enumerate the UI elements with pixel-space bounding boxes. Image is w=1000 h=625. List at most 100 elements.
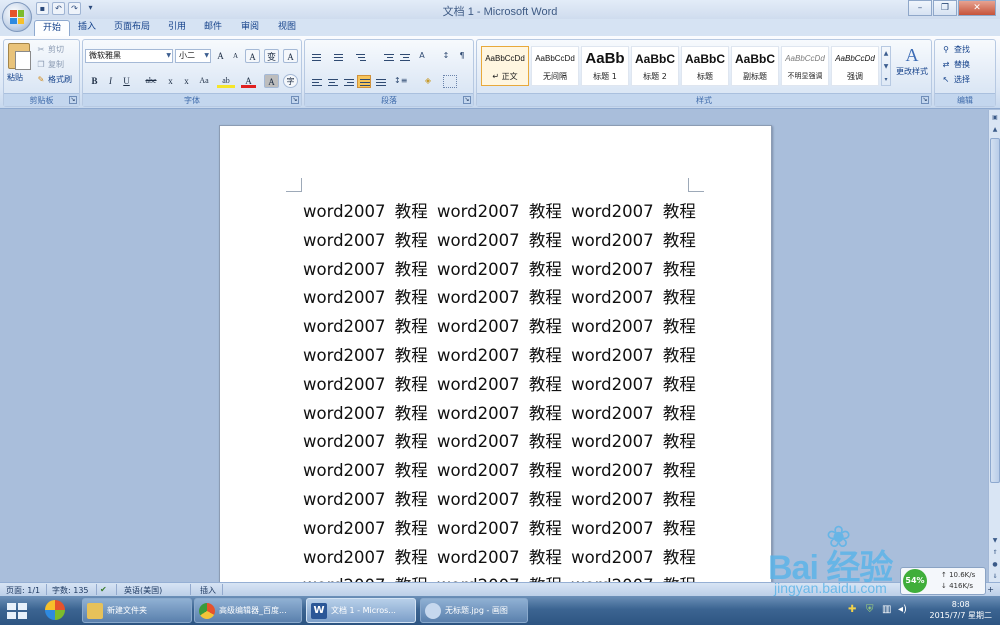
italic-button[interactable]: I	[103, 74, 118, 88]
text-line[interactable]: word2007 教程 word2007 教程 word2007 教程	[303, 198, 696, 222]
underline-button[interactable]: U	[119, 74, 134, 88]
vertical-scrollbar[interactable]: ▣ ▲ ▼ ⇑ ● ⇓	[988, 110, 1000, 582]
copy-button[interactable]: ❐ 复制	[36, 59, 64, 70]
zoom-in-icon[interactable]: +	[987, 585, 994, 594]
close-button[interactable]: ✕	[958, 0, 996, 16]
maximize-button[interactable]: ❐	[933, 0, 957, 16]
justify-icon[interactable]	[357, 75, 371, 88]
tab-references[interactable]: 引用	[160, 20, 194, 36]
distributed-icon[interactable]	[373, 75, 387, 88]
tab-mailings[interactable]: 邮件	[196, 20, 230, 36]
borders-icon[interactable]	[443, 75, 457, 88]
strikethrough-button[interactable]: abe	[141, 74, 161, 88]
text-line[interactable]: word2007 教程 word2007 教程 word2007 教程	[303, 227, 696, 251]
highlight-button[interactable]: ab	[217, 74, 235, 88]
text-line[interactable]: word2007 教程 word2007 教程 word2007 教程	[303, 428, 696, 452]
style-subtitle[interactable]: AaBbC 副标题	[731, 46, 779, 86]
chinese-layout-icon[interactable]: A	[415, 50, 429, 63]
text-line[interactable]: word2007 教程 word2007 教程 word2007 教程	[303, 400, 696, 424]
minimize-button[interactable]: –	[908, 0, 932, 16]
document-page[interactable]: word2007 教程 word2007 教程 word2007 教程 word…	[219, 125, 772, 582]
increase-indent-icon[interactable]	[397, 50, 411, 63]
show-marks-icon[interactable]: ¶	[455, 50, 469, 63]
font-name-select[interactable]: 微软雅黑 ▼	[85, 49, 173, 63]
font-launcher-icon[interactable]: ↘	[291, 96, 299, 104]
multilevel-list-icon[interactable]	[353, 50, 367, 63]
scroll-down-icon[interactable]: ▼	[990, 535, 1000, 546]
tray-app-icon[interactable]: ✚	[848, 604, 856, 615]
start-button[interactable]	[4, 600, 30, 622]
style-title[interactable]: AaBbC 标题	[681, 46, 729, 86]
style-emphasis[interactable]: AaBbCcDd 强调	[831, 46, 879, 86]
tab-insert[interactable]: 插入	[70, 20, 104, 36]
text-line[interactable]: word2007 教程 word2007 教程 word2007 教程	[303, 284, 696, 308]
decrease-indent-icon[interactable]	[381, 50, 395, 63]
clock[interactable]: 8:08 2015/7/7 星期二	[930, 599, 992, 621]
change-case-button[interactable]: Aa	[195, 74, 213, 88]
style-heading-2[interactable]: AaBbC 标题 2	[631, 46, 679, 86]
word-count[interactable]: 字数: 135	[52, 585, 89, 596]
text-line[interactable]: word2007 教程 word2007 教程 word2007 教程	[303, 256, 696, 280]
taskbar-item-browser[interactable]: 高级编辑器_百度...	[194, 598, 302, 623]
taskbar-item-folder[interactable]: 新建文件夹	[82, 598, 192, 623]
sort-icon[interactable]: ↕	[439, 50, 453, 63]
scroll-thumb[interactable]	[990, 138, 1000, 483]
phonetic-guide-button[interactable]: 变	[264, 49, 279, 63]
text-line[interactable]: word2007 教程 word2007 教程 word2007 教程	[303, 313, 696, 337]
bullets-icon[interactable]	[309, 50, 323, 63]
grow-font-button[interactable]: A	[213, 49, 228, 63]
shrink-font-button[interactable]: A	[228, 49, 243, 63]
style-subtle-emphasis[interactable]: AaBbCcDd 不明显强调	[781, 46, 829, 86]
paragraph-launcher-icon[interactable]: ↘	[463, 96, 471, 104]
ruler-toggle-icon[interactable]: ▣	[990, 112, 1000, 123]
align-center-icon[interactable]	[325, 75, 339, 88]
text-line[interactable]: word2007 教程 word2007 教程 word2007 教程	[303, 515, 696, 539]
page-count[interactable]: 页面: 1/1	[6, 585, 40, 596]
align-right-icon[interactable]	[341, 75, 355, 88]
language-indicator[interactable]: 英语(美国)	[124, 585, 162, 596]
styles-launcher-icon[interactable]: ↘	[921, 96, 929, 104]
office-button[interactable]	[2, 2, 32, 32]
tab-review[interactable]: 审阅	[233, 20, 267, 36]
bold-button[interactable]: B	[87, 74, 102, 88]
style-heading-1[interactable]: AaBb 标题 1	[581, 46, 629, 86]
line-spacing-icon[interactable]: ↕≡	[393, 75, 407, 88]
text-line[interactable]: word2007 教程 word2007 教程 word2007 教程	[303, 572, 696, 582]
clear-format-button[interactable]: A	[245, 49, 260, 63]
network-icon[interactable]: ▥	[882, 604, 891, 615]
taskbar-item-word[interactable]: W 文档 1 - Micros...	[306, 598, 416, 623]
subscript-button[interactable]: x	[163, 74, 178, 88]
insert-mode-indicator[interactable]: 插入	[200, 585, 216, 596]
select-button[interactable]: ↖ 选择	[941, 74, 970, 85]
character-shading-button[interactable]: A	[264, 74, 279, 88]
next-page-icon[interactable]: ⇓	[990, 571, 1000, 582]
numbering-icon[interactable]	[331, 50, 345, 63]
text-line[interactable]: word2007 教程 word2007 教程 word2007 教程	[303, 342, 696, 366]
proofing-icon[interactable]: ✔	[100, 585, 107, 594]
text-line[interactable]: word2007 教程 word2007 教程 word2007 教程	[303, 486, 696, 510]
font-color-button[interactable]: A	[241, 74, 256, 88]
style-no-spacing[interactable]: AaBbCcDd 无间隔	[531, 46, 579, 86]
tab-home[interactable]: 开始	[34, 20, 71, 36]
enclose-characters-button[interactable]: 字	[283, 74, 298, 88]
clipboard-launcher-icon[interactable]: ↘	[69, 96, 77, 104]
font-size-select[interactable]: 小二 ▼	[175, 49, 211, 63]
format-painter-button[interactable]: ✎ 格式刷	[36, 74, 72, 85]
style-normal[interactable]: AaBbCcDd ↵ 正文	[481, 46, 529, 86]
align-left-icon[interactable]	[309, 75, 323, 88]
previous-page-icon[interactable]: ⇑	[990, 547, 1000, 558]
character-border-button[interactable]: A	[283, 49, 298, 63]
tab-view[interactable]: 视图	[270, 20, 304, 36]
find-button[interactable]: ⚲ 查找	[941, 44, 970, 55]
shading-icon[interactable]: ◈	[421, 75, 435, 88]
taskbar-item-paint[interactable]: 无标题.jpg - 画图	[420, 598, 528, 623]
text-line[interactable]: word2007 教程 word2007 教程 word2007 教程	[303, 544, 696, 568]
paste-button[interactable]: 粘贴	[7, 72, 23, 83]
styles-scroll-icon[interactable]: ▲ ▼ ▾	[881, 46, 891, 86]
pinned-app-icon[interactable]	[42, 599, 68, 622]
tab-page-layout[interactable]: 页面布局	[106, 20, 158, 36]
replace-button[interactable]: ⇄ 替换	[941, 59, 970, 70]
browse-object-icon[interactable]: ●	[990, 559, 1000, 570]
volume-icon[interactable]: ◂)	[898, 604, 907, 615]
text-line[interactable]: word2007 教程 word2007 教程 word2007 教程	[303, 371, 696, 395]
